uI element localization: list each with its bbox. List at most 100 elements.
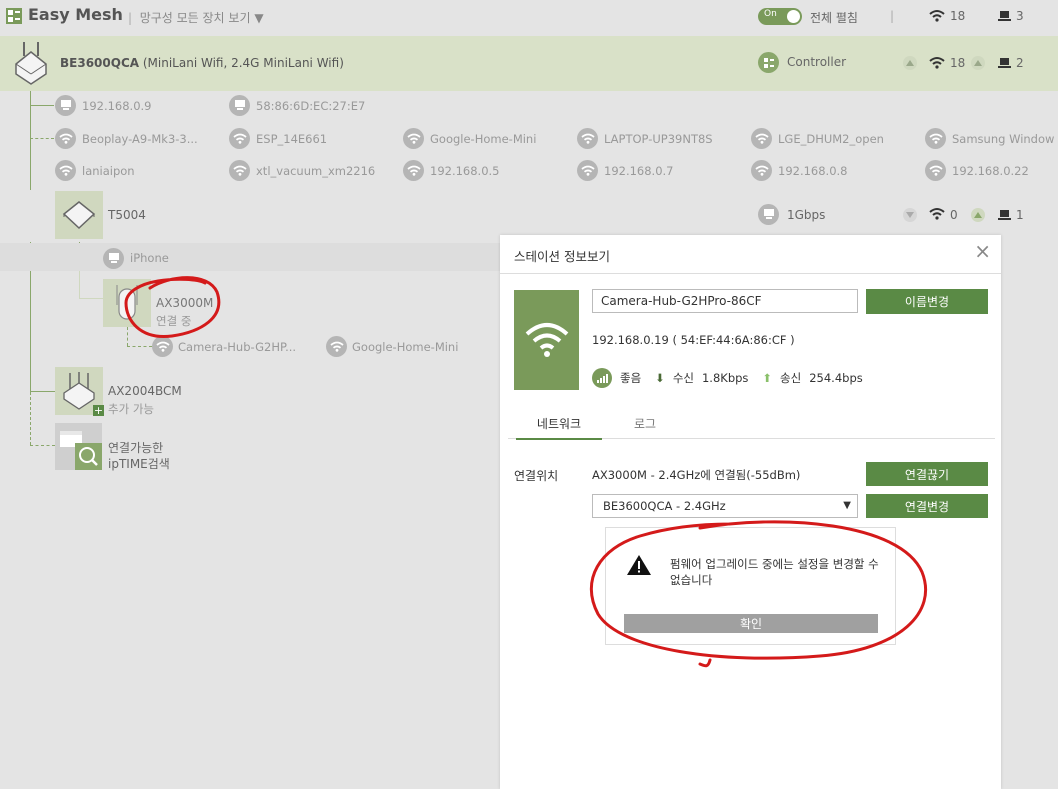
select-value: BE3600QCA - 2.4GHz [603, 499, 726, 513]
ax3000m-status: 연결 중 [156, 314, 192, 328]
wifi-client-icon [403, 160, 424, 181]
station-info-dialog: 스테이션 정보보기 × 이름변경 192.168.0.19 ( 54:EF:44… [500, 235, 1001, 789]
triangle-up-icon [906, 60, 914, 66]
wifi-icon [929, 57, 945, 69]
tx-value: 254.4bps [809, 371, 863, 385]
wifi-client-icon [577, 160, 598, 181]
chevron-down-icon: ▼ [843, 500, 851, 511]
wifi-client-icon [751, 128, 772, 149]
rename-button[interactable]: 이름변경 [866, 289, 988, 314]
total-wired-count: 3 [1016, 9, 1024, 23]
triangle-up-icon [974, 60, 982, 66]
collapse-wired-button[interactable] [971, 208, 985, 222]
alert-message: 펌웨어 업그레이드 중에는 설정을 변경할 수 없습니다 [670, 557, 879, 587]
t5004-speed: 1Gbps [787, 208, 826, 222]
triangle-up-icon [974, 212, 982, 218]
wired-icon [998, 58, 1011, 68]
controller-wifi-count: 18 [950, 56, 966, 70]
router-icon [63, 372, 95, 410]
wifi-client-icon [577, 128, 598, 149]
client-label[interactable]: 58:86:6D:EC:27:E7 [256, 99, 365, 113]
tab-log[interactable]: 로그 [634, 415, 656, 432]
client-label[interactable]: 192.168.0.5 [430, 164, 500, 178]
client-label[interactable]: Samsung Window ... [952, 132, 1058, 146]
signal-quality: 좋음 [620, 371, 642, 385]
view-all-devices-dropdown[interactable]: | 망구성 모든 장치 보기 ▼ [128, 9, 264, 26]
controller-name: BE3600QCA (MiniLani Wifi, 2.4G MiniLani … [60, 56, 344, 70]
ip-mac-address: 192.168.0.19 ( 54:EF:44:6A:86:CF ) [592, 333, 795, 347]
ethernet-icon [758, 204, 779, 225]
tx-label: 송신 [780, 371, 802, 385]
t5004-name: T5004 [108, 208, 146, 222]
client-label[interactable]: Google-Home-Mini [430, 132, 536, 146]
client-label[interactable]: LGE_DHUM2_open [778, 132, 884, 146]
close-icon[interactable]: × [974, 241, 991, 261]
wifi-icon [929, 208, 945, 220]
expand-wifi-button[interactable] [903, 208, 917, 222]
wired-client-icon [103, 248, 124, 269]
client-label[interactable]: LAPTOP-UP39NT8S [604, 132, 713, 146]
device-name-input[interactable] [592, 289, 858, 313]
warning-icon [627, 555, 651, 575]
client-label[interactable]: 192.168.0.9 [82, 99, 152, 113]
client-label[interactable]: xtl_vacuum_xm2216 [256, 164, 375, 178]
tab-network[interactable]: 네트워크 [516, 415, 602, 440]
view-all-label: 망구성 모든 장치 보기 [139, 11, 251, 25]
client-label[interactable]: 192.168.0.8 [778, 164, 848, 178]
ax2004bcm-name: AX2004BCM [108, 384, 182, 398]
search-iptime-button[interactable] [55, 423, 102, 470]
wifi-client-icon [55, 128, 76, 149]
router-icon [62, 201, 96, 230]
ax3000m-node[interactable] [103, 279, 151, 327]
dialog-title: 스테이션 정보보기 [514, 249, 610, 264]
confirm-button[interactable]: 확인 [624, 614, 878, 633]
connection-target-select[interactable]: BE3600QCA - 2.4GHz ▼ [592, 494, 858, 518]
triangle-down-icon [906, 212, 914, 218]
wifi-client-icon [55, 160, 76, 181]
wifi-icon [929, 10, 945, 22]
add-icon[interactable]: + [93, 405, 104, 416]
client-label[interactable]: Google-Home-Mini [352, 340, 458, 354]
arrow-down-icon: ⬇ [655, 371, 665, 385]
firmware-alert: 펌웨어 업그레이드 중에는 설정을 변경할 수 없습니다 확인 [605, 527, 896, 645]
wifi-client-icon [925, 128, 946, 149]
signal-strength-icon [592, 368, 612, 388]
wifi-client-icon [152, 336, 173, 357]
chevron-down-icon: ▼ [254, 11, 264, 25]
collapse-wifi-button[interactable] [903, 56, 917, 70]
iphone-label[interactable]: iPhone [130, 251, 169, 265]
easy-mesh-logo-icon [6, 8, 22, 24]
controller-icon [758, 52, 779, 73]
client-label[interactable]: Camera-Hub-G2HP... [178, 340, 296, 354]
change-connection-button[interactable]: 연결변경 [866, 494, 988, 518]
wired-client-icon [55, 95, 76, 116]
collapse-wired-button[interactable] [971, 56, 985, 70]
wired-icon [998, 11, 1011, 21]
total-wifi-count: 18 [950, 9, 966, 23]
station-stats: 좋음 ⬇ 수신 1.8Kbps ⬆ 송신 254.4bps [592, 368, 863, 388]
wired-icon [998, 210, 1011, 220]
wifi-client-icon [751, 160, 772, 181]
t5004-node[interactable] [55, 191, 103, 239]
client-label[interactable]: laniaipon [82, 164, 135, 178]
expand-toggle[interactable]: On [758, 8, 802, 25]
search-device-icon [60, 431, 102, 470]
ax3000m-name: AX3000M [156, 296, 214, 310]
search-iptime-line2: ipTIME검색 [108, 457, 170, 471]
extender-icon [116, 285, 138, 320]
router-icon [15, 42, 47, 85]
wifi-client-icon [326, 336, 347, 357]
client-label[interactable]: ESP_14E661 [256, 132, 327, 146]
disconnect-button[interactable]: 연결끊기 [866, 462, 988, 486]
connection-location-label: 연결위치 [514, 469, 559, 483]
search-iptime-line1: 연결가능한 [108, 441, 164, 455]
t5004-wifi-count: 0 [950, 208, 958, 222]
wired-client-icon [229, 95, 250, 116]
client-label[interactable]: 192.168.0.22 [952, 164, 1029, 178]
wifi-client-icon [229, 128, 250, 149]
wifi-client-icon [925, 160, 946, 181]
wifi-client-icon [403, 128, 424, 149]
client-label[interactable]: Beoplay-A9-Mk3-3... [82, 132, 198, 146]
client-label[interactable]: 192.168.0.7 [604, 164, 674, 178]
app-title: Easy Mesh [28, 5, 123, 24]
